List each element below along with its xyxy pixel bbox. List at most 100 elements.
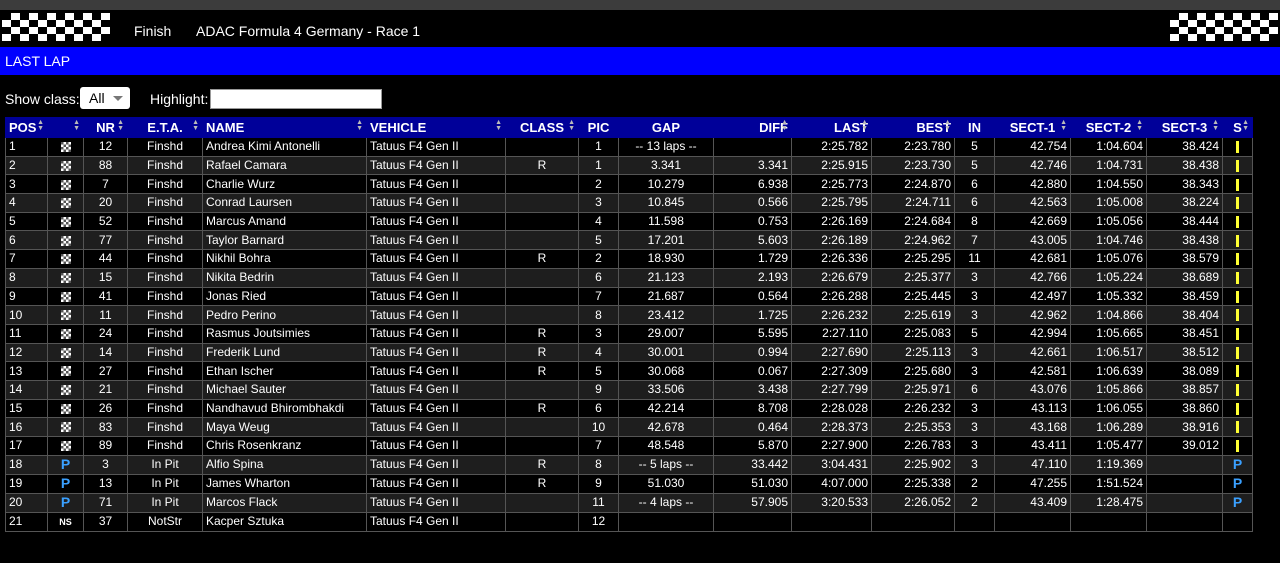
column-header-pic[interactable]: PIC — [578, 117, 619, 138]
show-class-value: All — [89, 90, 105, 106]
column-header-diff[interactable]: DIFF ▲ ▼ — [713, 117, 792, 138]
table-row[interactable]: 4 20 Finshd Conrad Laursen Tatuus F4 Gen II 3… — [5, 193, 1253, 213]
pit-indicator: P — [60, 455, 71, 472]
column-header-vehicle[interactable]: VEHICLE ▲ ▼ — [366, 117, 506, 138]
cell-vehicle: Tatuus F4 Gen II — [366, 417, 506, 437]
column-header-s[interactable]: S ▲ ▼ — [1222, 117, 1253, 138]
cell-s1 — [994, 511, 1071, 532]
cell-vehicle: Tatuus F4 Gen II — [366, 454, 506, 475]
column-header-sect2[interactable]: SECT-2 ▲ ▼ — [1070, 117, 1147, 138]
cell-status — [47, 323, 84, 344]
column-header-best[interactable]: BEST ▲ ▼ — [871, 117, 955, 138]
results-table: POS ▲ ▼ ▲ ▼ NR ▲ ▼ E.T.A. ▲ ▼ NAME ▲ ▼ VEHICLE ▲ ▼ CLASS ▲… — [5, 117, 1253, 532]
table-row[interactable]: 21 NS 37 NotStr Kacper Sztuka Tatuus F4 Gen I… — [5, 511, 1253, 532]
table-row[interactable]: 18 P 3 In Pit Alfio Spina Tatuus F4 Gen II R 8-… — [5, 454, 1253, 475]
cell-pos: 1 — [5, 137, 48, 157]
column-header-eta[interactable]: E.T.A. ▲ ▼ — [127, 117, 203, 138]
cell-s1: 42.563 — [994, 193, 1071, 213]
cell-status — [47, 155, 84, 176]
column-header-sect1[interactable]: SECT-1 ▲ ▼ — [994, 117, 1071, 138]
table-row[interactable]: 16 83 Finshd Maya Weug Tatuus F4 Gen II 10 42.… — [5, 417, 1253, 437]
table-row[interactable]: 7 44 Finshd Nikhil Bohra Tatuus F4 Gen II R 2 1… — [5, 249, 1253, 269]
cell-gap: 18.930 — [618, 249, 714, 269]
column-header-gap[interactable]: GAP — [618, 117, 714, 138]
table-row[interactable]: 19 P 13 In Pit James Wharton Tatuus F4 Gen II… — [5, 473, 1253, 494]
cell-class: R — [505, 454, 579, 475]
table-row[interactable]: 11 24 Finshd Rasmus Joutsimies Tatuus F4 Gen… — [5, 323, 1253, 344]
cell-s2: 1:05.056 — [1070, 211, 1147, 232]
column-header-nr[interactable]: NR ▲ ▼ — [83, 117, 128, 138]
sort-icon: ▲ ▼ — [37, 119, 44, 132]
cell-vehicle: Tatuus F4 Gen II — [366, 267, 506, 288]
cell-s — [1222, 511, 1253, 532]
cell-nr: 12 — [83, 137, 128, 157]
cell-last: 2:28.028 — [791, 398, 872, 419]
column-header-label: SECT-1 — [1009, 120, 1056, 135]
cell-pic: 7 — [578, 286, 619, 307]
cell-diff: 57.905 — [713, 492, 792, 513]
cell-class — [505, 305, 579, 325]
highlight-input[interactable] — [210, 89, 382, 109]
column-header-pos[interactable]: POS ▲ ▼ — [5, 117, 48, 138]
cell-pos: 13 — [5, 361, 48, 381]
cell-status — [47, 249, 84, 269]
cell-best: 2:25.113 — [871, 342, 955, 363]
column-header-last[interactable]: LAST ▲ ▼ — [791, 117, 872, 138]
pit-indicator: P — [1232, 455, 1243, 472]
table-row[interactable]: 6 77 Finshd Taylor Barnard Tatuus F4 Gen II 5… — [5, 230, 1253, 251]
cell-eta: NotStr — [127, 511, 203, 532]
cell-vehicle: Tatuus F4 Gen II — [366, 492, 506, 513]
table-row[interactable]: 17 89 Finshd Chris Rosenkranz Tatuus F4 Gen … — [5, 436, 1253, 456]
table-row[interactable]: 5 52 Finshd Marcus Amand Tatuus F4 Gen II 4 11… — [5, 211, 1253, 232]
sort-icon: ▲ ▼ — [73, 119, 80, 132]
cell-s — [1222, 211, 1253, 232]
table-row[interactable]: 9 41 Finshd Jonas Ried Tatuus F4 Gen II 7 21.6… — [5, 286, 1253, 307]
cell-gap: 21.123 — [618, 267, 714, 288]
cell-name: Conrad Laursen — [202, 193, 367, 213]
cell-gap: 10.279 — [618, 174, 714, 195]
cell-gap — [618, 511, 714, 532]
cell-gap: 11.598 — [618, 211, 714, 232]
cell-eta: In Pit — [127, 492, 203, 513]
table-body: 1 12 Finshd Andrea Kimi Antonelli Tatuus F4 … — [5, 137, 1253, 532]
table-row[interactable]: 14 21 Finshd Michael Sauter Tatuus F4 Gen II… — [5, 379, 1253, 400]
column-header-class[interactable]: CLASS ▲ ▼ — [505, 117, 579, 138]
column-header-in[interactable]: IN — [954, 117, 995, 138]
cell-eta: Finshd — [127, 137, 203, 157]
table-row[interactable]: 8 15 Finshd Nikita Bedrin Tatuus F4 Gen II 6 2… — [5, 267, 1253, 288]
table-row[interactable]: 20 P 71 In Pit Marcos Flack Tatuus F4 Gen II 1… — [5, 492, 1253, 513]
cell-s3: 38.459 — [1146, 286, 1223, 307]
table-row[interactable]: 1 12 Finshd Andrea Kimi Antonelli Tatuus F4 … — [5, 137, 1253, 157]
cell-diff: 5.595 — [713, 323, 792, 344]
table-row[interactable]: 13 27 Finshd Ethan Ischer Tatuus F4 Gen II R 5… — [5, 361, 1253, 381]
table-row[interactable]: 3 7 Finshd Charlie Wurz Tatuus F4 Gen II 2 10.… — [5, 174, 1253, 195]
cell-class — [505, 137, 579, 157]
cell-best: 2:25.902 — [871, 454, 955, 475]
column-header-sect3[interactable]: SECT-3 ▲ ▼ — [1146, 117, 1223, 138]
column-header-status[interactable]: ▲ ▼ — [47, 117, 84, 138]
cell-s1: 42.581 — [994, 361, 1071, 381]
table-row[interactable]: 15 26 Finshd Nandhavud Bhirombhakdi Tatuus F… — [5, 398, 1253, 419]
column-header-name[interactable]: NAME ▲ ▼ — [202, 117, 367, 138]
table-row[interactable]: 12 14 Finshd Frederik Lund Tatuus F4 Gen II R… — [5, 342, 1253, 363]
cell-pos: 9 — [5, 286, 48, 307]
cell-pos: 21 — [5, 511, 48, 532]
cell-class — [505, 379, 579, 400]
column-header-label: GAP — [651, 120, 681, 135]
cell-best: 2:25.083 — [871, 323, 955, 344]
cell-nr: 24 — [83, 323, 128, 344]
cell-diff: 0.566 — [713, 193, 792, 213]
cell-in: 5 — [954, 155, 995, 176]
show-class-select[interactable]: All — [80, 87, 130, 109]
cell-name: Rasmus Joutsimies — [202, 323, 367, 344]
table-row[interactable]: 10 11 Finshd Pedro Perino Tatuus F4 Gen II 8 2… — [5, 305, 1253, 325]
sector-status-bar-icon — [1236, 159, 1239, 172]
table-row[interactable]: 2 88 Finshd Rafael Camara Tatuus F4 Gen II R 1… — [5, 155, 1253, 176]
cell-in — [954, 511, 995, 532]
column-header-label: IN — [968, 120, 981, 135]
cell-nr: 15 — [83, 267, 128, 288]
cell-best: 2:23.730 — [871, 155, 955, 176]
cell-last: 4:07.000 — [791, 473, 872, 494]
cell-nr: 13 — [83, 473, 128, 494]
cell-eta: Finshd — [127, 211, 203, 232]
